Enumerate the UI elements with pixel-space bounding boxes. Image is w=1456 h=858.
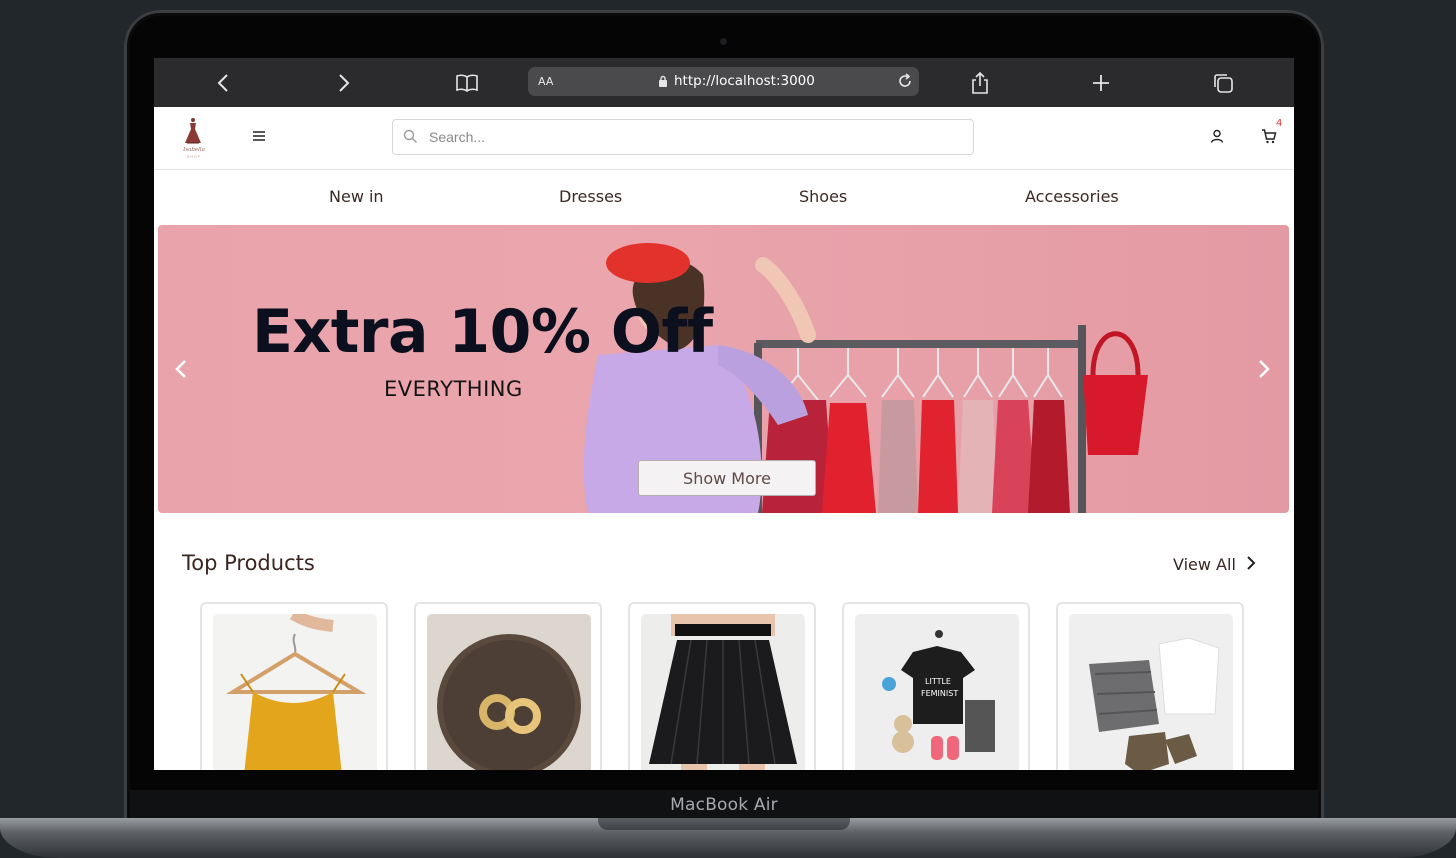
product-image-gold-earrings[interactable] (427, 614, 591, 770)
screen: AA http://localhost:3000 Isabella SHOP S… (154, 58, 1294, 770)
cart-icon[interactable] (1261, 129, 1277, 149)
svg-text:LITTLE: LITTLE (925, 677, 951, 686)
logo-subtext: SHOP (187, 155, 201, 159)
view-all-link[interactable]: View All (1173, 555, 1236, 574)
category-accessories[interactable]: Accessories (1025, 187, 1119, 206)
forward-icon[interactable] (331, 70, 357, 96)
category-nav: New in Dresses Shoes Accessories (154, 170, 1294, 225)
product-card[interactable] (414, 602, 602, 770)
logo-text: Isabella (183, 147, 205, 153)
product-image-black-skirt[interactable] (641, 614, 805, 770)
new-tab-icon[interactable] (1088, 70, 1114, 96)
browser-toolbar: AA http://localhost:3000 (154, 58, 1294, 107)
url-text: http://localhost:3000 (674, 73, 815, 89)
search-input[interactable] (427, 126, 951, 148)
address-bar[interactable]: AA http://localhost:3000 (528, 67, 919, 96)
product-image-kids-outfit[interactable]: LITTLE FEMINIST (855, 614, 1019, 770)
product-card[interactable] (1056, 602, 1244, 770)
site-header: Isabella SHOP 4 (154, 107, 1294, 170)
product-card[interactable] (628, 602, 816, 770)
hero-title: Extra 10% Off (252, 297, 713, 367)
camera (720, 38, 727, 45)
back-icon[interactable] (210, 70, 236, 96)
laptop-chin: MacBook Air (130, 790, 1318, 820)
show-more-button[interactable]: Show More (638, 460, 816, 496)
hero-subtitle: EVERYTHING (384, 377, 523, 401)
product-card[interactable]: LITTLE FEMINIST (842, 602, 1030, 770)
hero-banner: Extra 10% Off EVERYTHING Show More (158, 225, 1289, 513)
category-shoes[interactable]: Shoes (799, 187, 847, 206)
carousel-next-icon[interactable] (1257, 359, 1271, 384)
tabs-overview-icon[interactable] (1210, 70, 1236, 96)
share-icon[interactable] (967, 70, 993, 96)
product-image-casual-outfit[interactable] (1069, 614, 1233, 770)
device-label: MacBook Air (670, 795, 778, 815)
user-icon[interactable] (1210, 129, 1224, 148)
category-dresses[interactable]: Dresses (559, 187, 622, 206)
top-products-title: Top Products (182, 551, 315, 575)
svg-text:FEMINIST: FEMINIST (921, 689, 958, 698)
search-icon (403, 129, 418, 149)
laptop-notch (598, 818, 850, 830)
menu-icon[interactable] (252, 129, 270, 147)
lock-icon (658, 75, 668, 93)
category-new-in[interactable]: New in (329, 187, 384, 206)
chevron-right-icon[interactable] (1246, 556, 1256, 575)
cart-count-badge: 4 (1276, 118, 1283, 129)
bookmarks-icon[interactable] (454, 70, 480, 96)
search-box[interactable] (392, 119, 974, 155)
product-image-yellow-dress[interactable] (213, 614, 377, 770)
carousel-prev-icon[interactable] (174, 359, 188, 384)
text-size-button[interactable]: AA (538, 75, 553, 88)
reload-icon[interactable] (895, 71, 915, 96)
product-card[interactable] (200, 602, 388, 770)
